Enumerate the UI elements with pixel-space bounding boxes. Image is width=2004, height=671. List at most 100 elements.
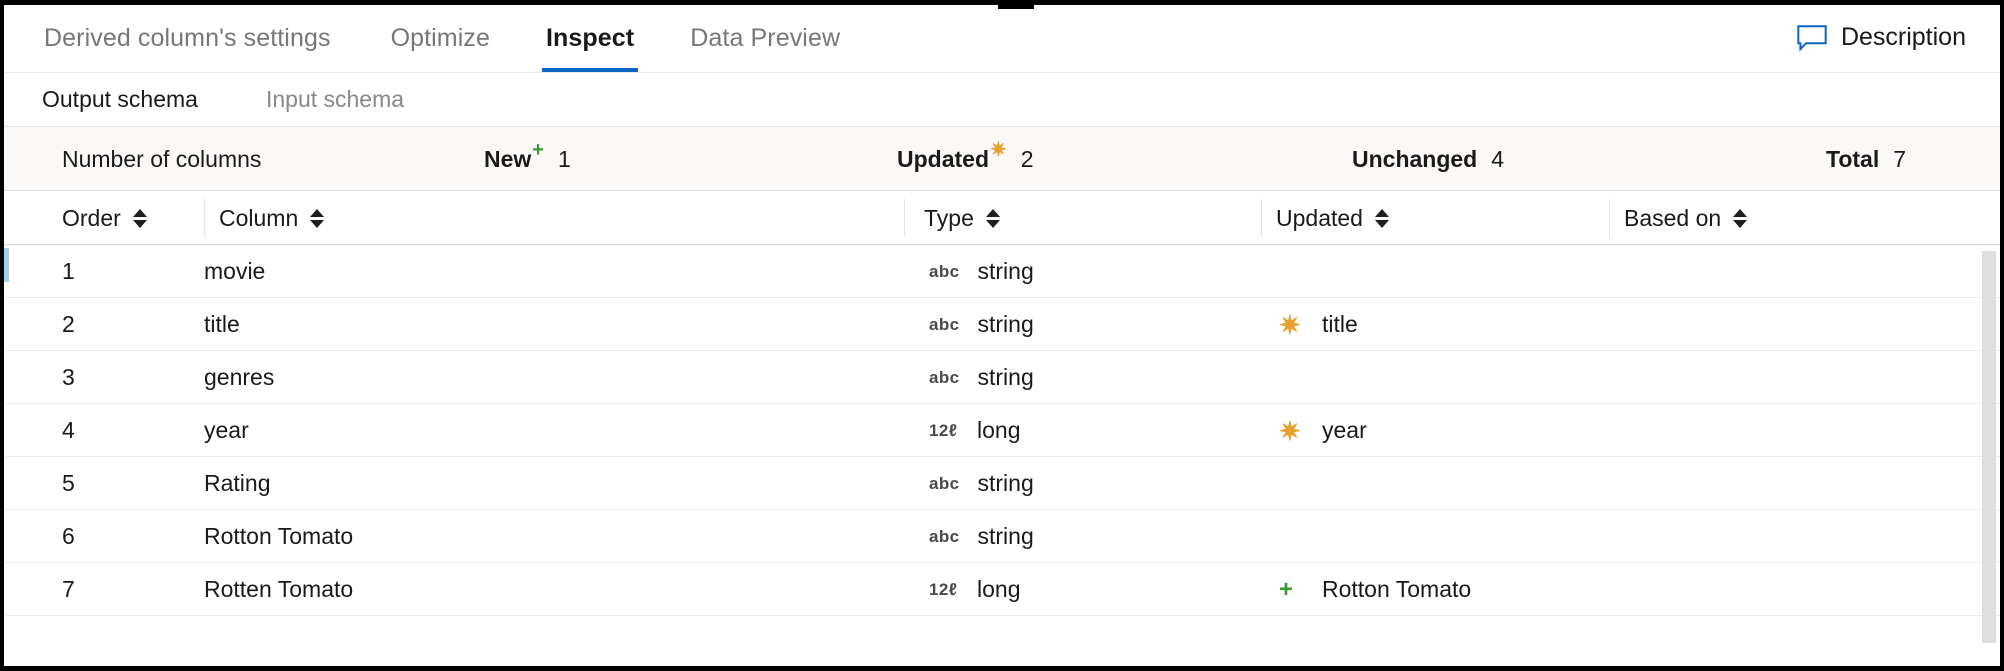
column-header-label: Based on xyxy=(1624,205,1721,232)
cell-order: 5 xyxy=(62,457,75,510)
data-type-icon: abc xyxy=(929,262,960,282)
cell-column-name: year xyxy=(204,404,249,457)
cell-type-label: string xyxy=(978,258,1034,285)
cell-type: abcstring xyxy=(929,351,1034,404)
column-stats-bar: Number of columns New + 1 Updated ✷ 2 Un… xyxy=(4,127,2000,191)
data-type-icon: 12ℓ xyxy=(929,580,959,600)
main-tab-strip: Derived column's settings Optimize Inspe… xyxy=(4,5,2000,73)
scrollbar-thumb[interactable] xyxy=(1982,251,1996,643)
column-header-based-on[interactable]: Based on xyxy=(1624,191,1747,245)
table-body: 1movieabcstring2titleabcstring✷title3gen… xyxy=(4,245,2000,616)
cell-based-on: Rotton Tomato xyxy=(1322,563,1471,616)
cell-order: 7 xyxy=(62,563,75,616)
table-row[interactable]: 1 movie abc string xyxy=(4,245,2000,298)
stat-unchanged: Unchanged 4 xyxy=(1352,127,1504,191)
table-row[interactable]: 5 Rating abc string xyxy=(4,457,2000,510)
header-separator xyxy=(1609,199,1610,237)
tab-label: Derived column's settings xyxy=(44,24,331,53)
cell-type: abc string xyxy=(929,510,1034,563)
cell-type-label: string xyxy=(978,470,1034,497)
data-type-icon: abc xyxy=(929,527,960,547)
cell-column-name: Rating xyxy=(204,457,270,510)
table-row[interactable]: 7 Rotten Tomato 12ℓ long + Rotton Tomato xyxy=(4,563,2000,616)
sort-arrows-icon[interactable] xyxy=(310,209,324,228)
cell-updated-marker: ✷ xyxy=(1279,404,1301,457)
sort-arrows-icon[interactable] xyxy=(133,209,147,228)
column-header-type[interactable]: Type xyxy=(924,191,1000,245)
cell-order: 2 xyxy=(62,298,75,351)
new-plus-icon: + xyxy=(532,140,544,160)
data-type-icon: abc xyxy=(929,315,960,335)
cell-updated-marker: + xyxy=(1279,563,1293,616)
stat-unchanged-value: 4 xyxy=(1491,146,1504,173)
table-vertical-scrollbar[interactable] xyxy=(1982,251,1996,643)
change-marker-icon: ✷ xyxy=(1279,312,1301,338)
cell-type: abc string xyxy=(929,245,1034,298)
updated-asterisk-icon: ✷ xyxy=(990,140,1007,160)
subtab-output-schema[interactable]: Output schema xyxy=(42,86,198,113)
sort-arrows-icon[interactable] xyxy=(986,209,1000,228)
window-notch xyxy=(998,0,1034,9)
table-row[interactable]: 2 title abc string ✷ title xyxy=(4,298,2000,351)
stat-total: Total 7 xyxy=(1826,127,1906,191)
stat-total-label: Total xyxy=(1826,146,1879,173)
column-header-label: Type xyxy=(924,205,974,232)
stat-new-label: New xyxy=(484,146,531,173)
subtab-label: Input schema xyxy=(266,86,404,112)
sort-arrows-icon[interactable] xyxy=(1375,209,1389,228)
table-row[interactable]: 4 year 12ℓ long ✷ year xyxy=(4,404,2000,457)
speech-bubble-icon xyxy=(1797,25,1827,51)
description-label: Description xyxy=(1841,23,1966,52)
cell-type: abc string xyxy=(929,298,1034,351)
cell-based-on: title xyxy=(1322,298,1358,351)
cell-column-name: title xyxy=(204,298,240,351)
header-separator xyxy=(1261,199,1262,237)
table-row[interactable]: 3 genres abcstring xyxy=(4,351,2000,404)
left-edge-accent xyxy=(4,248,9,282)
cell-column-name: genres xyxy=(204,351,274,404)
stat-updated-label: Updated xyxy=(897,146,989,173)
data-type-icon: abc xyxy=(929,474,960,494)
column-header-order[interactable]: Order xyxy=(62,191,147,245)
cell-type-label: long xyxy=(977,417,1020,444)
tab-label: Data Preview xyxy=(690,24,840,53)
inspect-panel: Derived column's settings Optimize Inspe… xyxy=(0,0,2004,671)
tab-inspect[interactable]: Inspect xyxy=(518,5,662,72)
stat-unchanged-label: Unchanged xyxy=(1352,146,1477,173)
tab-optimize[interactable]: Optimize xyxy=(363,5,518,72)
stat-updated: Updated ✷ 2 xyxy=(897,127,1034,191)
data-type-icon: 12ℓ xyxy=(929,421,959,441)
change-marker-icon: + xyxy=(1279,578,1293,602)
table-header-row: Order Column Type Updated Based on xyxy=(4,191,2000,245)
cell-order: 1 xyxy=(62,245,75,298)
table-row[interactable]: 6 Rotton Tomato abc string xyxy=(4,510,2000,563)
stat-new-value: 1 xyxy=(558,146,571,173)
tab-derived-column-settings[interactable]: Derived column's settings xyxy=(44,5,363,72)
cell-order: 3 xyxy=(62,351,75,404)
column-header-label: Updated xyxy=(1276,205,1363,232)
cell-type: 12ℓ long xyxy=(929,563,1020,616)
stat-title: Number of columns xyxy=(62,146,261,173)
column-header-label: Order xyxy=(62,205,121,232)
cell-order: 4 xyxy=(62,404,75,457)
description-button[interactable]: Description xyxy=(1793,17,1970,58)
cell-based-on: year xyxy=(1322,404,1367,457)
cell-type-label: string xyxy=(978,311,1034,338)
column-header-updated[interactable]: Updated xyxy=(1276,191,1389,245)
subtab-label: Output schema xyxy=(42,86,198,112)
cell-type: abc string xyxy=(929,457,1034,510)
column-header-column[interactable]: Column xyxy=(219,191,324,245)
cell-type-label: long xyxy=(977,576,1020,603)
cell-column-name: Rotten Tomato xyxy=(204,563,353,616)
header-separator xyxy=(204,199,205,237)
cell-type-label: string xyxy=(978,523,1034,550)
subtab-input-schema[interactable]: Input schema xyxy=(266,86,404,113)
cell-column-name: Rotton Tomato xyxy=(204,510,353,563)
stat-new: New + 1 xyxy=(484,127,571,191)
column-header-label: Column xyxy=(219,205,298,232)
sort-arrows-icon[interactable] xyxy=(1733,209,1747,228)
cell-order: 6 xyxy=(62,510,75,563)
tab-data-preview[interactable]: Data Preview xyxy=(662,5,868,72)
cell-column-name: movie xyxy=(204,245,265,298)
schema-table: Order Column Type Updated Based on xyxy=(4,191,2000,663)
